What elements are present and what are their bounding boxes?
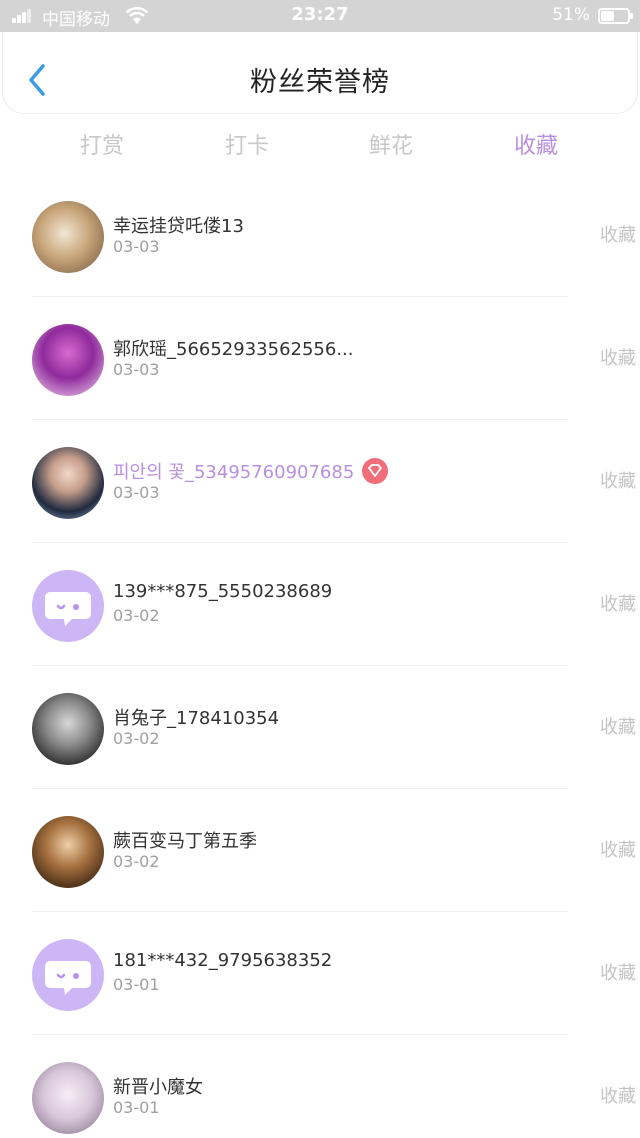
fan-name-text: 139***875_5550238689 <box>113 581 333 602</box>
favorite-label: 收藏 <box>600 840 636 861</box>
fan-name-text: 피안의 꽃_53495760907685 <box>113 462 355 483</box>
favorite-label: 收藏 <box>600 594 636 615</box>
list-item[interactable]: 肖兔子_178410354 03-02 收藏 <box>32 666 636 789</box>
fan-date: 03-02 <box>113 606 160 625</box>
fan-name: 181***432_9795638352 <box>113 950 332 971</box>
fan-name-text: 幸运挂贷吒偻13 <box>113 216 244 237</box>
avatar[interactable] <box>32 324 104 396</box>
fan-name: 蕨百变马丁第五季 <box>113 827 257 853</box>
tab-reward[interactable]: 打赏 <box>42 128 162 160</box>
avatar[interactable] <box>32 1062 104 1134</box>
fan-date: 03-03 <box>113 360 160 379</box>
fan-date: 03-03 <box>113 237 160 256</box>
chat-bubble-icon <box>45 592 91 626</box>
tab-checkin[interactable]: 打卡 <box>187 128 307 160</box>
fan-date: 03-01 <box>113 1098 160 1117</box>
avatar[interactable] <box>32 939 104 1011</box>
list-item[interactable]: 郭欣瑶_56652933562556... 03-03 收藏 <box>32 297 636 420</box>
fan-name: 肖兔子_178410354 <box>113 704 279 730</box>
nav-bar: 粉丝荣誉榜 <box>2 32 638 114</box>
favorite-label: 收藏 <box>600 225 636 246</box>
fan-name-text: 肖兔子_178410354 <box>113 708 280 729</box>
favorite-label: 收藏 <box>600 1086 636 1107</box>
favorite-label: 收藏 <box>600 348 636 369</box>
diamond-badge-icon <box>362 458 389 484</box>
favorite-label: 收藏 <box>600 963 636 984</box>
battery-percent: 51% <box>552 5 590 25</box>
fan-date: 03-03 <box>113 483 160 502</box>
list-item[interactable]: 新晋小魔女 03-01 收藏 <box>32 1035 636 1138</box>
tab-flowers[interactable]: 鲜花 <box>331 128 451 160</box>
tab-favorites[interactable]: 收藏 <box>476 128 596 160</box>
list-item[interactable]: 181***432_9795638352 03-01 收藏 <box>32 912 636 1035</box>
battery-icon <box>598 8 633 24</box>
fan-name: 幸运挂贷吒偻13 <box>113 212 244 238</box>
fan-name-text: 郭欣瑶_56652933562556... <box>113 339 354 360</box>
favorite-label: 收藏 <box>600 471 636 492</box>
avatar[interactable] <box>32 570 104 642</box>
fan-date: 03-01 <box>113 975 160 994</box>
tab-bar: 打赏 打卡 鲜花 收藏 <box>0 120 640 166</box>
status-bar: 中国移动 23:27 51% <box>0 0 640 32</box>
fan-name: 新晋小魔女 <box>113 1073 203 1099</box>
fan-date: 03-02 <box>113 852 160 871</box>
fan-name-text: 181***432_9795638352 <box>113 950 333 971</box>
fan-name-text: 蕨百变马丁第五季 <box>113 831 257 852</box>
list-item[interactable]: 蕨百变马丁第五季 03-02 收藏 <box>32 789 636 912</box>
fan-name: 피안의 꽃_53495760907685 <box>113 458 389 486</box>
fan-name: 139***875_5550238689 <box>113 581 332 602</box>
list-item[interactable]: 피안의 꽃_53495760907685 03-03 收藏 <box>32 420 636 543</box>
status-time: 23:27 <box>291 4 349 25</box>
avatar[interactable] <box>32 816 104 888</box>
fan-name: 郭欣瑶_56652933562556... <box>113 335 354 361</box>
chat-bubble-icon <box>45 961 91 995</box>
fan-date: 03-02 <box>113 729 160 748</box>
list-item[interactable]: 幸运挂贷吒偻13 03-03 收藏 <box>32 174 636 297</box>
page-title: 粉丝荣誉榜 <box>250 67 390 98</box>
avatar[interactable] <box>32 201 104 273</box>
fan-list: 幸运挂贷吒偻13 03-03 收藏 郭欣瑶_56652933562556... 03-0… <box>0 166 640 1138</box>
avatar[interactable] <box>32 447 104 519</box>
list-item[interactable]: 139***875_5550238689 03-02 收藏 <box>32 543 636 666</box>
favorite-label: 收藏 <box>600 717 636 738</box>
avatar[interactable] <box>32 693 104 765</box>
fan-name-text: 新晋小魔女 <box>113 1077 203 1098</box>
